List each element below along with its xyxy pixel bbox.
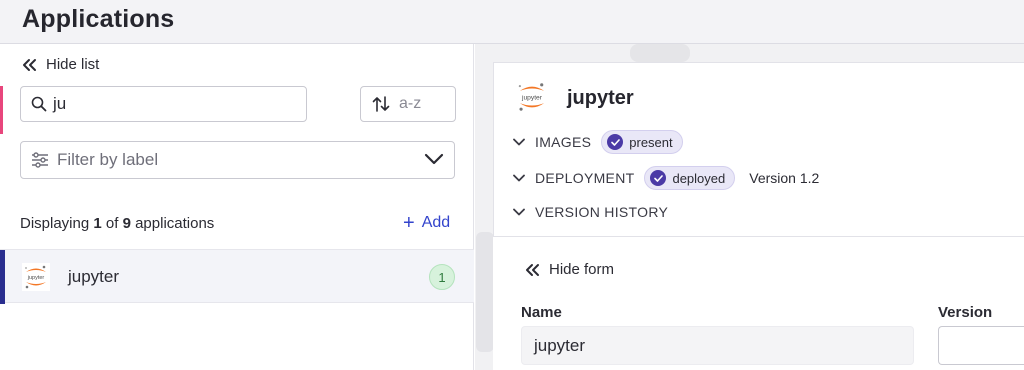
count-suffix: applications [130, 215, 215, 232]
hide-form-button[interactable]: Hide form [525, 261, 614, 278]
filter-placeholder: Filter by label [57, 150, 159, 169]
search-value: ju [53, 94, 67, 113]
page-title: Applications [22, 5, 175, 33]
images-label: IMAGES [535, 134, 592, 150]
deployment-status: deployed [672, 170, 726, 186]
status-badge: deployed [644, 166, 736, 190]
list-item[interactable]: jupyter jupyter 1 [0, 249, 474, 304]
chevron-down-icon [513, 174, 525, 182]
status-badge: present [601, 130, 683, 154]
hide-list-button[interactable]: Hide list [22, 56, 99, 73]
svg-text:jupyter: jupyter [27, 275, 45, 281]
search-input[interactable]: ju [20, 86, 307, 122]
selected-indicator [0, 250, 5, 304]
search-icon [31, 96, 47, 112]
chevron-down-icon [513, 208, 525, 216]
deployment-version: Version 1.2 [749, 170, 820, 186]
application-form: Hide form Name Version jupyter [493, 236, 1024, 370]
chevron-down-icon [513, 138, 525, 146]
jupyter-logo-icon: jupyter [22, 263, 50, 291]
version-label: Version [938, 304, 993, 321]
name-field-value: jupyter [534, 335, 586, 355]
images-section-toggle[interactable]: IMAGES present [513, 130, 683, 154]
images-status: present [629, 134, 673, 150]
app-header: Applications [0, 0, 1024, 44]
sort-arrows-icon [372, 96, 390, 112]
sort-button[interactable]: a-z [360, 86, 456, 122]
version-history-section-toggle[interactable]: VERSION HISTORY [513, 204, 668, 220]
version-history-label: VERSION HISTORY [535, 204, 669, 220]
background-texture [630, 44, 690, 62]
count-shown: 1 [93, 215, 102, 232]
count-middle: of [101, 215, 123, 232]
count-prefix: Displaying [20, 215, 94, 232]
deployment-label: DEPLOYMENT [535, 170, 635, 186]
double-chevron-left-icon [23, 58, 36, 71]
version-count-badge: 1 [429, 264, 455, 290]
filter-by-label-select[interactable]: Filter by label [20, 141, 455, 179]
application-count: Displaying 1 of 9 applications [20, 215, 214, 232]
name-field[interactable]: jupyter [521, 326, 914, 365]
application-title: jupyter [567, 87, 634, 109]
jupyter-logo-icon: jupyter [515, 80, 549, 114]
version-field[interactable] [938, 326, 1024, 365]
hide-form-label: Hide form [549, 261, 615, 278]
sliders-icon [32, 152, 48, 168]
double-chevron-left-icon [526, 263, 539, 276]
deployment-section-toggle[interactable]: DEPLOYMENT deployed Version 1.2 [513, 166, 819, 190]
check-circle-icon [650, 170, 667, 186]
background-texture [476, 232, 494, 352]
hide-list-label: Hide list [46, 56, 100, 73]
add-application-button[interactable]: + Add [403, 212, 451, 234]
panel-accent-bar [0, 86, 3, 134]
plus-icon: + [403, 212, 415, 234]
count-total: 9 [122, 215, 131, 232]
svg-text:jupyter: jupyter [521, 94, 543, 101]
name-label: Name [521, 304, 562, 321]
check-circle-icon [607, 134, 624, 150]
app-name: jupyter [68, 267, 120, 286]
chevron-down-icon [424, 153, 444, 165]
add-label: Add [421, 214, 451, 231]
sort-label: a-z [399, 95, 422, 112]
application-list-panel: Hide list ju a-z Filter by label Display… [0, 44, 474, 370]
